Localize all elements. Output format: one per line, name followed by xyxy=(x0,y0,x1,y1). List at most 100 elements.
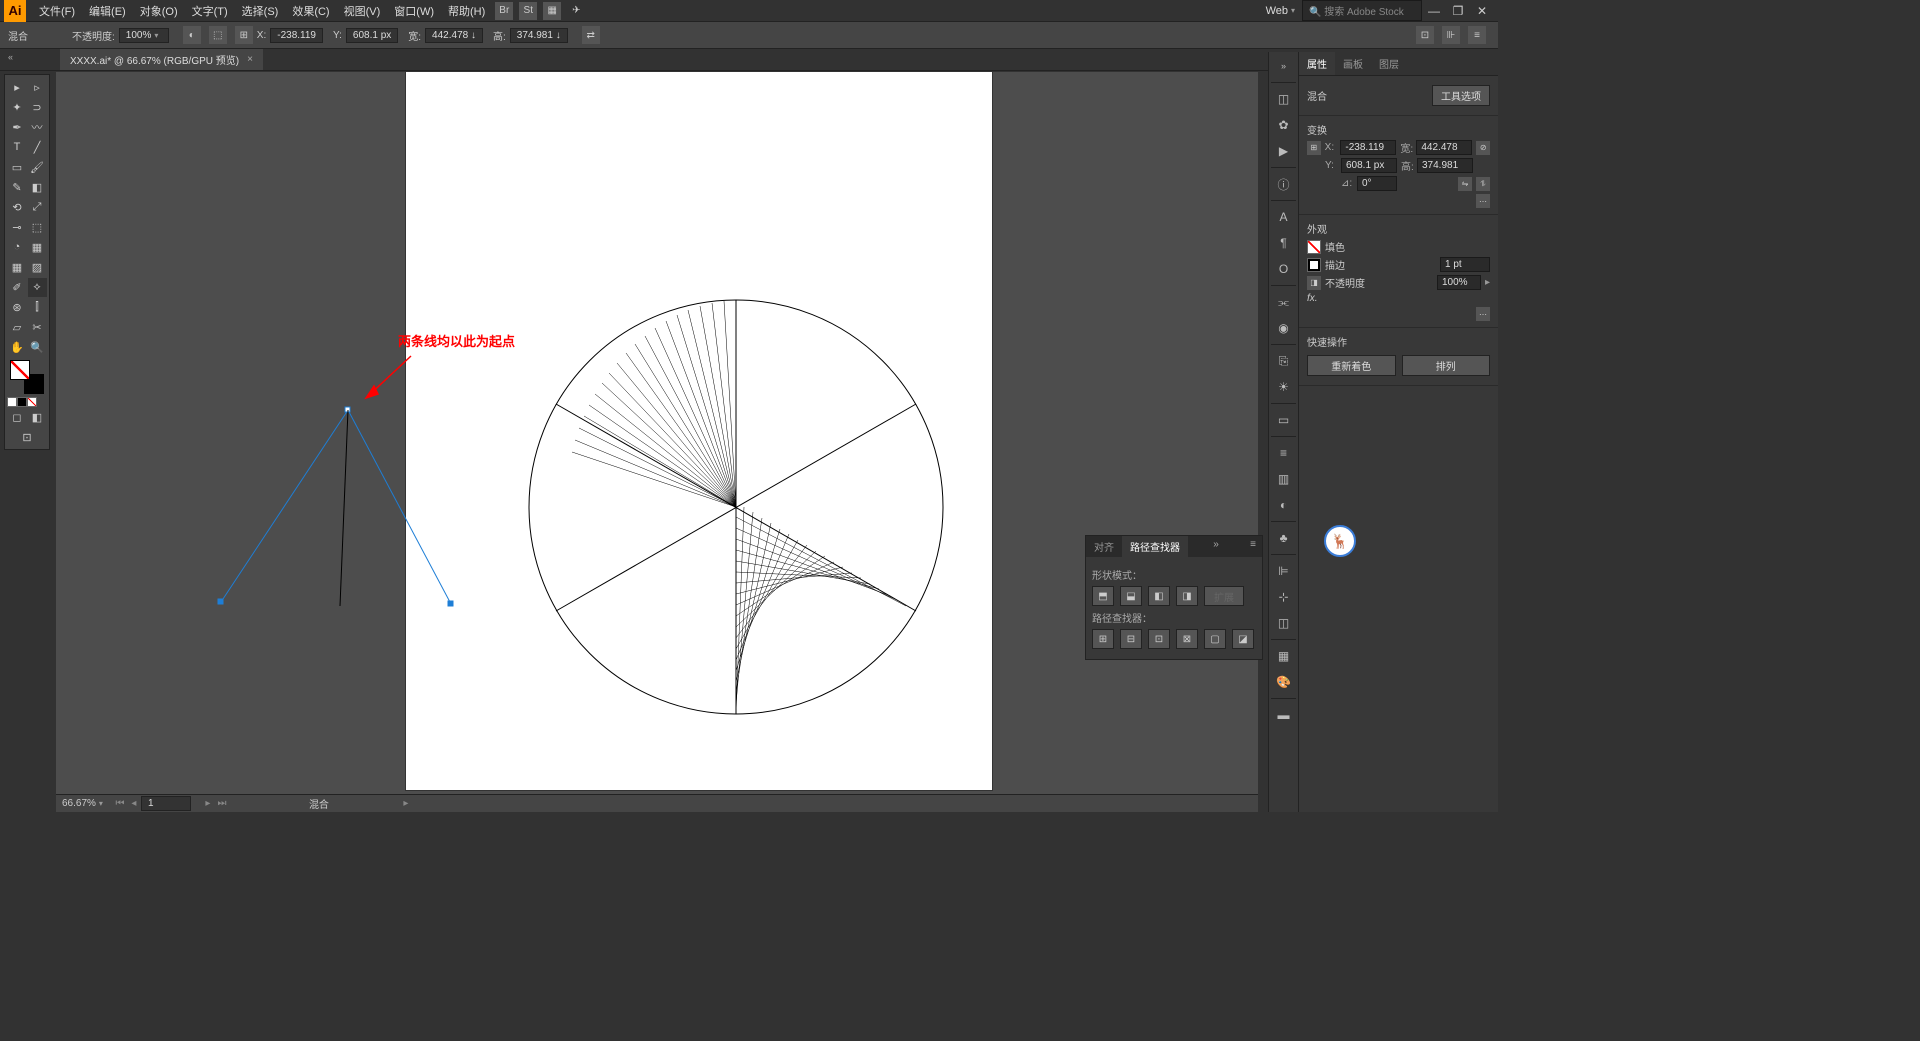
pathfinder-panel[interactable]: 对齐 路径查找器 » ≡ 形状模式： ⬒ ⬓ ◧ ◨ 扩展 路径查找器： ⊞ ⊟… xyxy=(1085,535,1263,660)
pen-tool[interactable]: ✒ xyxy=(8,118,27,137)
paragraph-strip-icon[interactable]: ¶ xyxy=(1271,231,1297,255)
x-field[interactable]: -238.119 xyxy=(270,28,323,43)
paintbrush-tool[interactable]: 🖌 xyxy=(28,158,47,177)
transform-strip-icon[interactable]: ⊹ xyxy=(1271,585,1297,609)
info-strip-icon[interactable]: ⓘ xyxy=(1271,172,1297,196)
menu-edit[interactable]: 编辑(E) xyxy=(82,3,133,19)
artboards-strip-icon[interactable]: ▭ xyxy=(1271,408,1297,432)
width-tool[interactable]: ⊸ xyxy=(8,218,27,237)
scale-tool[interactable]: ⤢ xyxy=(28,198,47,217)
properties-strip-icon[interactable]: ◫ xyxy=(1271,87,1297,111)
symbols-strip-icon[interactable]: ♣ xyxy=(1271,526,1297,550)
blend-tool[interactable]: ⟡ xyxy=(28,278,47,297)
recolor-icon[interactable]: ⬚ xyxy=(209,26,227,44)
gradient-tool[interactable]: ▨ xyxy=(28,258,47,277)
tab-close-icon[interactable]: × xyxy=(247,54,253,65)
style-icon[interactable]: ◐ xyxy=(183,26,201,44)
menu-effect[interactable]: 效果(C) xyxy=(285,3,336,19)
arrange-docs-icon[interactable]: ▦ xyxy=(543,2,561,20)
recolor-button[interactable]: 重新着色 xyxy=(1307,355,1396,376)
gradient-strip-icon[interactable]: ▥ xyxy=(1271,467,1297,491)
eraser-tool[interactable]: ◧ xyxy=(28,178,47,197)
merge-icon[interactable]: ⊡ xyxy=(1148,629,1170,649)
minus-back-icon[interactable]: ◪ xyxy=(1232,629,1254,649)
align-tab[interactable]: 对齐 xyxy=(1086,536,1122,557)
gpu-icon[interactable]: ✈ xyxy=(567,2,585,20)
screen-mode-icon[interactable]: ⊡ xyxy=(8,428,47,447)
search-input[interactable]: 🔍 搜索 Adobe Stock xyxy=(1302,0,1422,21)
tool-options-button[interactable]: 工具选项 xyxy=(1432,85,1490,106)
menu-select[interactable]: 选择(S) xyxy=(235,3,286,19)
fx-label[interactable]: fx. xyxy=(1307,293,1318,304)
flip-h-icon[interactable]: ⇋ xyxy=(1458,177,1472,191)
lasso-tool[interactable]: ⊃ xyxy=(28,98,47,117)
color-strip-icon[interactable]: 🎨 xyxy=(1271,670,1297,694)
flip-v-icon[interactable]: ⥮ xyxy=(1476,177,1490,191)
prop-w-field[interactable] xyxy=(1416,140,1472,155)
prev-artboard-icon[interactable]: ◂ xyxy=(127,798,141,809)
transparency-strip-icon[interactable]: ◐ xyxy=(1271,493,1297,517)
fill-stroke-swatches[interactable] xyxy=(7,357,47,397)
w-field[interactable]: 442.478 ↓ xyxy=(425,28,483,43)
shape-constrain-icon[interactable]: ⇄ xyxy=(582,26,600,44)
first-artboard-icon[interactable]: ⏮ xyxy=(113,798,127,809)
draw-behind-icon[interactable]: ◧ xyxy=(28,408,47,427)
close-icon[interactable]: ✕ xyxy=(1470,4,1494,18)
arrange-button[interactable]: 排列 xyxy=(1402,355,1491,376)
links-strip-icon[interactable]: ⫘ xyxy=(1271,290,1297,314)
panel-menu-icon[interactable]: ≡ xyxy=(1244,536,1262,557)
list-icon[interactable]: ≡ xyxy=(1468,26,1486,44)
direct-selection-tool[interactable]: ▹ xyxy=(28,78,47,97)
maximize-icon[interactable]: ❐ xyxy=(1446,4,1470,18)
menu-file[interactable]: 文件(F) xyxy=(32,3,82,19)
layers-tab[interactable]: 图层 xyxy=(1371,52,1407,75)
outline-icon[interactable]: ▢ xyxy=(1204,629,1226,649)
mesh-tool[interactable]: ▦ xyxy=(8,258,27,277)
gradient-mode-icon[interactable] xyxy=(17,397,27,407)
edit-icon[interactable]: ⊪ xyxy=(1442,26,1460,44)
color-mode-icon[interactable] xyxy=(7,397,17,407)
panel-collapse-icon[interactable]: » xyxy=(1207,536,1225,557)
slice-tool[interactable]: ✂ xyxy=(28,318,47,337)
panel-toggle-icon[interactable]: « xyxy=(8,52,13,62)
pathfinder-tab[interactable]: 路径查找器 xyxy=(1122,536,1188,557)
magic-wand-tool[interactable]: ✦ xyxy=(8,98,27,117)
status-play-icon[interactable]: ▸ xyxy=(399,798,413,809)
artboard-tool[interactable]: ▱ xyxy=(8,318,27,337)
stock-icon[interactable]: St xyxy=(519,2,537,20)
last-artboard-icon[interactable]: ⏭ xyxy=(215,798,229,809)
minus-front-icon[interactable]: ⬓ xyxy=(1120,586,1142,606)
crop-icon[interactable]: ⊠ xyxy=(1176,629,1198,649)
type-tool[interactable]: T xyxy=(8,138,27,157)
shaper-tool[interactable]: ✎ xyxy=(8,178,27,197)
isolate-icon[interactable]: ⊡ xyxy=(1416,26,1434,44)
curvature-tool[interactable]: 〰 xyxy=(28,118,47,137)
canvas-area[interactable]: 两条线均以此为起点 xyxy=(56,72,1258,794)
rectangle-tool[interactable]: ▭ xyxy=(8,158,27,177)
free-transform-tool[interactable]: ⬚ xyxy=(28,218,47,237)
prop-y-field[interactable] xyxy=(1341,158,1397,173)
eyedropper-tool[interactable]: ✐ xyxy=(8,278,27,297)
unite-icon[interactable]: ⬒ xyxy=(1092,586,1114,606)
line-tool[interactable]: ╱ xyxy=(28,138,47,157)
opacity-prop-field[interactable] xyxy=(1437,275,1481,290)
draw-normal-icon[interactable]: ◻ xyxy=(8,408,27,427)
fill-swatch[interactable] xyxy=(10,360,30,380)
artboard-number[interactable]: 1 xyxy=(141,796,191,811)
exclude-icon[interactable]: ◨ xyxy=(1176,586,1198,606)
zoom-tool[interactable]: 🔍 xyxy=(28,338,47,357)
more-appearance-icon[interactable]: ⋯ xyxy=(1476,307,1490,321)
align-strip-icon[interactable]: ⊫ xyxy=(1271,559,1297,583)
workspace-switcher[interactable]: Web xyxy=(1259,5,1302,17)
menu-help[interactable]: 帮助(H) xyxy=(441,3,492,19)
graph-tool[interactable]: ⫿ xyxy=(28,298,47,317)
menu-object[interactable]: 对象(O) xyxy=(133,3,185,19)
stroke-strip-icon[interactable]: ≡ xyxy=(1271,441,1297,465)
menu-view[interactable]: 视图(V) xyxy=(337,3,388,19)
hand-tool[interactable]: ✋ xyxy=(8,338,27,357)
more-transform-icon[interactable]: ⋯ xyxy=(1476,194,1490,208)
minimize-icon[interactable]: — xyxy=(1422,4,1446,18)
selection-tool[interactable]: ▸ xyxy=(8,78,27,97)
artboards-tab[interactable]: 画板 xyxy=(1335,52,1371,75)
symbol-sprayer-tool[interactable]: ⊛ xyxy=(8,298,27,317)
